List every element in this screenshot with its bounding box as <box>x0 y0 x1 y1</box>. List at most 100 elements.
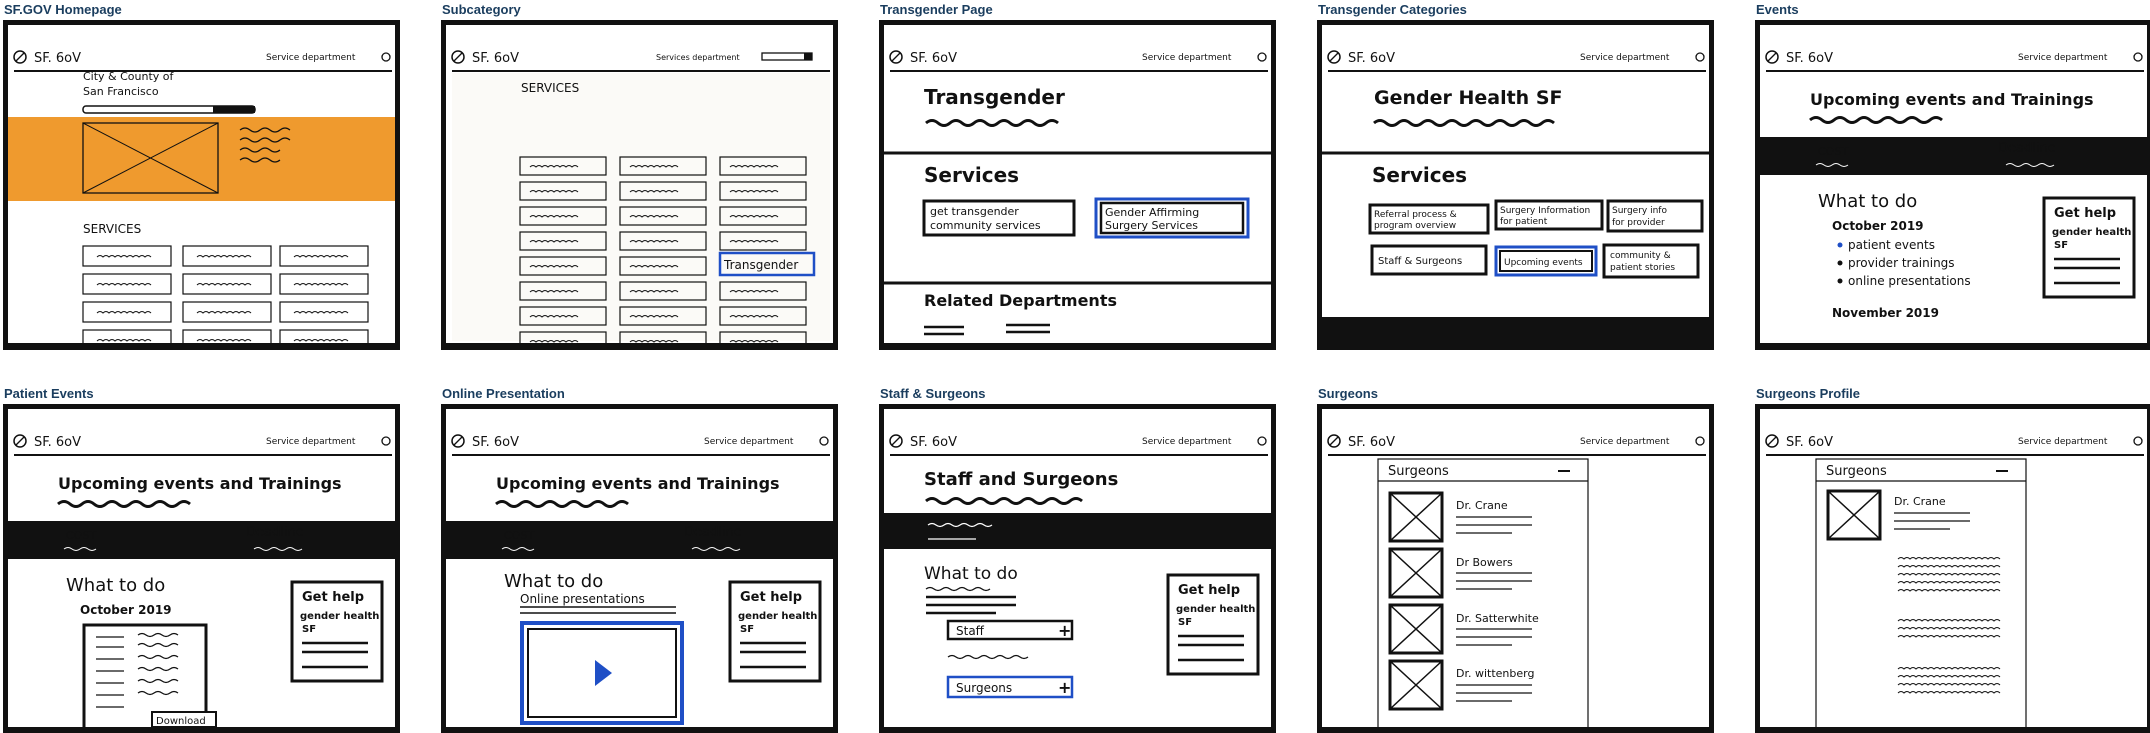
accordion-label: Staff <box>956 624 985 638</box>
nav-links[interactable]: Service department <box>704 437 794 447</box>
surgeon-name[interactable]: Dr Bowers <box>1456 556 1513 569</box>
patient-events-link[interactable]: patient events <box>1848 238 1935 252</box>
wireframe-transgender-page: SF. 6oV Service department Transgender S… <box>879 20 1276 350</box>
plus-icon[interactable]: + <box>1058 678 1071 697</box>
nav-links[interactable]: Service department <box>1142 53 1232 63</box>
panel-title: Surgeons <box>1826 464 1887 479</box>
logo-text[interactable]: SF. 6oV <box>910 435 957 450</box>
surgeon-name: Dr. Crane <box>1894 495 1946 508</box>
search-icon[interactable] <box>1695 436 1705 446</box>
profile-text-line <box>1897 573 2001 576</box>
logo-text[interactable]: SF. 6oV <box>1348 51 1395 66</box>
page-heading: Gender Health SF <box>1374 87 1563 109</box>
nav-links[interactable]: Service department <box>1580 437 1670 447</box>
service-tile[interactable] <box>82 245 172 267</box>
plus-icon[interactable]: + <box>1058 621 1071 640</box>
logo-text[interactable]: SF. 6oV <box>34 51 81 66</box>
profile-text-line <box>1897 589 2001 592</box>
service-tile[interactable] <box>82 301 172 323</box>
download-label: Download <box>156 716 206 727</box>
surgeon-name[interactable]: Dr. Crane <box>1456 499 1508 512</box>
wireframe-surgeons-profile: SF. 6oV Service department Surgeons Dr. … <box>1755 404 2150 733</box>
service-tile-label <box>96 339 152 342</box>
service-tile[interactable] <box>182 273 272 295</box>
card-label: Surgery Information <box>1500 206 1590 216</box>
surgeon-name[interactable]: Dr. wittenberg <box>1456 667 1534 680</box>
page-heading: Staff and Surgeons <box>924 469 1118 490</box>
deadline-filter[interactable]: Deadline <box>1998 141 2056 156</box>
logo-text[interactable]: SF. 6oV <box>1786 435 1833 450</box>
frame-title: Subcategory <box>442 2 521 17</box>
profile-text-line <box>1897 691 2001 694</box>
nav-links[interactable]: Service department <box>266 437 356 447</box>
search-icon[interactable] <box>1257 436 1267 446</box>
nav-links[interactable]: Service department <box>1580 53 1670 63</box>
service-tile[interactable] <box>279 245 369 267</box>
page-heading: Upcoming events and Trainings <box>496 474 780 493</box>
cost-filter[interactable]: COST <box>66 529 96 542</box>
service-tile[interactable] <box>182 301 272 323</box>
play-icon[interactable] <box>595 660 612 686</box>
surgeon-name[interactable]: Dr. Satterwhite <box>1456 612 1539 625</box>
logo-text[interactable]: SF. 6oV <box>1348 435 1395 450</box>
logo-text[interactable]: SF. 6oV <box>472 435 519 450</box>
help-title: Get help <box>302 590 364 605</box>
wireframe-online-presentation: SF. 6oV Service department Upcoming even… <box>441 404 838 733</box>
help-label: SF <box>302 624 316 635</box>
card-label: patient stories <box>1610 263 1675 273</box>
services-heading: SERVICES <box>83 222 141 236</box>
subheading: Online presentations <box>520 592 645 606</box>
deadline-filter[interactable]: Deadline <box>246 525 304 540</box>
search-icon[interactable] <box>1695 52 1705 62</box>
frame-title: Events <box>1756 2 1799 17</box>
nav-links[interactable]: Services department <box>656 53 740 62</box>
event-link[interactable]: provider trainings <box>1848 256 1955 270</box>
surgeon-bio-lines <box>1456 684 1532 702</box>
what-to-do-heading: What to do <box>504 571 603 592</box>
page-heading: Upcoming events and Trainings <box>1810 90 2094 109</box>
service-tile-label <box>293 255 349 258</box>
logo-text[interactable]: SF. 6oV <box>910 51 957 66</box>
search-icon[interactable] <box>2133 436 2143 446</box>
service-tile[interactable] <box>279 273 369 295</box>
search-icon[interactable] <box>819 436 829 446</box>
service-tile[interactable] <box>82 273 172 295</box>
search-icon[interactable] <box>2133 52 2143 62</box>
cost-filter[interactable]: COST <box>504 529 534 542</box>
search-icon[interactable] <box>804 53 812 60</box>
frame-title: Staff & Surgeons <box>880 386 986 401</box>
profile-text-line <box>1897 627 2001 630</box>
card-label: get transgender <box>930 205 1019 218</box>
service-tile[interactable] <box>279 301 369 323</box>
help-label: SF <box>2054 240 2068 251</box>
cost-filter[interactable]: COST <box>1818 145 1848 158</box>
logo-text[interactable]: SF. 6oV <box>34 435 81 450</box>
wireframe-transgender-categories: SF. 6oV Service department Gender Health… <box>1317 20 1714 350</box>
hero-banner <box>8 117 395 201</box>
service-tile[interactable] <box>182 245 272 267</box>
event-link[interactable]: online presentations <box>1848 274 1971 288</box>
nav-links[interactable]: Service department <box>1142 437 1232 447</box>
search-icon[interactable] <box>381 436 391 446</box>
help-label: gender health <box>1176 604 1255 615</box>
filter-bar <box>884 513 1271 549</box>
frame-title: Surgeons <box>1318 386 1378 401</box>
deadline-filter[interactable]: Deadline <box>684 525 742 540</box>
card-label: for patient <box>1500 217 1548 227</box>
search-icon[interactable] <box>381 52 391 62</box>
logo-text[interactable]: SF. 6oV <box>1786 51 1833 66</box>
profile-text-line <box>1897 667 2001 670</box>
what-to-do-heading: What to do <box>1818 191 1917 212</box>
surgeon-bio-lines <box>1456 572 1532 590</box>
wireframe-homepage: SF. 6oV Service department City & County… <box>3 20 400 350</box>
surgeon-bio-lines <box>1456 516 1532 534</box>
help-title: Get help <box>2054 206 2116 221</box>
help-title: Get help <box>1178 583 1240 598</box>
frame-title: Online Presentation <box>442 386 565 401</box>
nav-links[interactable]: Service department <box>2018 53 2108 63</box>
profile-text-line <box>1897 675 2001 678</box>
logo-text[interactable]: SF. 6oV <box>472 51 519 66</box>
nav-links[interactable]: Service department <box>266 53 356 63</box>
search-icon[interactable] <box>1257 52 1267 62</box>
nav-links[interactable]: Service department <box>2018 437 2108 447</box>
